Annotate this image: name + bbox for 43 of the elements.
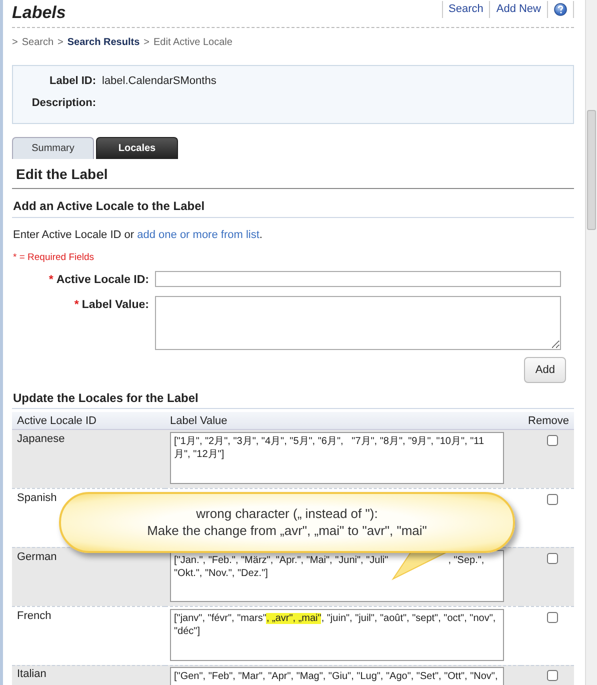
field-label: Description: bbox=[30, 96, 96, 112]
breadcrumb-separator: > bbox=[58, 36, 64, 50]
textarea-field[interactable] bbox=[155, 296, 561, 350]
page-title: Labels bbox=[12, 2, 66, 24]
remove-checkbox[interactable] bbox=[547, 434, 558, 446]
locale-cell: German bbox=[12, 547, 165, 606]
field-label: Label ID: bbox=[48, 74, 96, 90]
add-from-list-link[interactable]: add one or more from list bbox=[137, 228, 260, 241]
intro-text: Enter Active Locale ID or add one or more from list. bbox=[13, 228, 262, 241]
label-value-field[interactable]: ["janv", "févr", "mars", „avr", „mai", "juin", "juil", "août", "sept", "oct", "nov", "déc"] bbox=[170, 608, 504, 661]
breadcrumb-separator: > bbox=[12, 36, 18, 50]
breadcrumb-link[interactable]: Edit Active Locale bbox=[153, 35, 232, 50]
section-heading: Add an Active Locale to the Label bbox=[12, 189, 574, 218]
section-heading: Edit the Label bbox=[12, 159, 574, 190]
column-header: Remove bbox=[521, 412, 574, 430]
column-header: Active Locale ID bbox=[12, 412, 165, 430]
breadcrumb-link[interactable]: Search Results bbox=[67, 35, 140, 50]
tab[interactable]: Locales bbox=[96, 137, 178, 160]
required-note: * = Required Fields bbox=[13, 251, 96, 266]
help-icon[interactable] bbox=[554, 2, 567, 16]
field-label: * Label Value: bbox=[73, 298, 149, 313]
label-value-field[interactable]: ["Jan.", "Feb.", "März", "Apr.", "Mai", "Juni", "Juli" , "Sep.", "Okt.", "Nov.", "Dez."] bbox=[170, 550, 504, 602]
add-button[interactable]: Add bbox=[524, 356, 566, 384]
field-value: label.CalendarSMonths bbox=[102, 74, 216, 90]
remove-checkbox[interactable] bbox=[547, 612, 558, 623]
scrollbar-thumb[interactable] bbox=[587, 110, 596, 230]
label-value-field[interactable]: ["1月", "2月", "3月", "4月", "5月", "6月", "7月", "8月", "9月", "10月", "11月", "12月"] bbox=[170, 432, 504, 484]
scrollbar[interactable] bbox=[585, 0, 597, 685]
header-link[interactable]: Add New bbox=[489, 1, 547, 18]
locale-cell: Japanese bbox=[12, 429, 165, 488]
header-link[interactable]: Search bbox=[442, 1, 490, 18]
column-header: Label Value bbox=[165, 412, 522, 430]
remove-checkbox[interactable] bbox=[547, 670, 558, 681]
breadcrumb-separator: > bbox=[144, 36, 150, 50]
text-input-field[interactable] bbox=[155, 271, 561, 288]
breadcrumb-link[interactable]: Search bbox=[22, 35, 54, 50]
remove-checkbox[interactable] bbox=[547, 494, 558, 505]
label-value-field[interactable]: ["Gen", "Feb", "Mar", "Apr", "Mag", "Giu", "Lug", "Ago", "Set", "Ott", "Nov", bbox=[170, 666, 504, 685]
field-label: * Active Locale ID: bbox=[48, 273, 149, 288]
locale-cell: Italian bbox=[12, 665, 165, 685]
remove-checkbox[interactable] bbox=[547, 552, 558, 564]
tab[interactable]: Summary bbox=[12, 137, 94, 160]
section-heading: Update the Locales for the Label bbox=[12, 383, 574, 410]
